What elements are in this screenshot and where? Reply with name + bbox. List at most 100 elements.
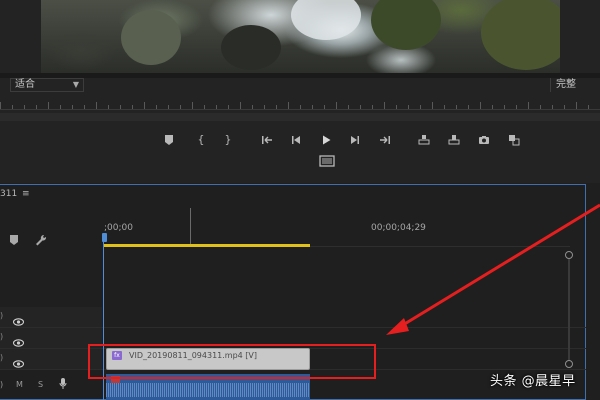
- add-marker-icon[interactable]: [7, 232, 21, 246]
- track-target-icon[interactable]: ): [0, 353, 3, 364]
- mark-in-icon[interactable]: {: [192, 131, 210, 149]
- ruler-tick: [228, 105, 229, 109]
- ruler-tick: [576, 102, 577, 109]
- insert-icon[interactable]: [415, 131, 433, 149]
- go-to-out-icon[interactable]: [376, 131, 394, 149]
- track-header-v2: ): [0, 328, 102, 348]
- eye-icon[interactable]: [12, 354, 25, 368]
- step-back-icon[interactable]: [287, 131, 305, 149]
- ruler-tick: [48, 102, 49, 109]
- ruler-tick: [300, 105, 301, 109]
- work-area-bar[interactable]: [104, 244, 310, 247]
- ruler-tick: [540, 105, 541, 109]
- ruler-tick: [372, 105, 373, 109]
- ruler-tick: [108, 105, 109, 109]
- ruler-tick: [288, 102, 289, 109]
- ruler-tick: [12, 105, 13, 109]
- mute-track-button[interactable]: M: [16, 380, 23, 389]
- ruler-tick: [276, 105, 277, 109]
- mark-out-icon[interactable]: }: [219, 131, 237, 149]
- ruler-tick: [588, 105, 589, 109]
- preview-rock: [481, 0, 560, 70]
- ruler-tick: [216, 105, 217, 109]
- ruler-tick: [240, 102, 241, 109]
- sequence-tab[interactable]: 311: [0, 189, 17, 199]
- track-target-icon[interactable]: ): [0, 380, 3, 389]
- track-target-icon[interactable]: ): [0, 332, 3, 343]
- ruler-tick: [456, 105, 457, 109]
- wrench-icon[interactable]: [34, 232, 48, 246]
- zoom-level-select[interactable]: 适合 ▼: [10, 78, 84, 92]
- playhead-handle[interactable]: [102, 233, 107, 242]
- timecode-start: ;00;00: [104, 223, 133, 233]
- timeline-ruler[interactable]: [104, 219, 570, 247]
- ruler-tick: [360, 105, 361, 109]
- solo-track-button[interactable]: S: [38, 380, 43, 389]
- ruler-tick: [480, 102, 481, 109]
- play-icon[interactable]: [317, 131, 335, 149]
- ruler-tick: [60, 105, 61, 109]
- go-to-in-icon[interactable]: [258, 131, 276, 149]
- step-forward-icon[interactable]: [346, 131, 364, 149]
- preview-bottom-edge: [0, 73, 600, 78]
- ruler-tick: [132, 105, 133, 109]
- preview-rock: [121, 10, 181, 65]
- compare-icon[interactable]: [505, 131, 523, 149]
- ruler-tick: [120, 105, 121, 109]
- ruler-major-tick: [190, 208, 191, 244]
- ruler-tick: [180, 105, 181, 109]
- ruler-tick: [156, 105, 157, 109]
- marker-icon[interactable]: [160, 131, 178, 149]
- track-target-icon[interactable]: ): [0, 311, 3, 322]
- panel-menu-icon[interactable]: ≡: [22, 189, 30, 199]
- ruler-tick: [348, 105, 349, 109]
- scrollbar-bottom-handle[interactable]: [565, 360, 573, 368]
- ruler-tick: [72, 105, 73, 109]
- microphone-icon[interactable]: [59, 378, 67, 392]
- ruler-tick: [252, 105, 253, 109]
- ruler-tick: [420, 105, 421, 109]
- ruler-tick: [432, 102, 433, 109]
- ruler-tick: [96, 102, 97, 109]
- timeline-vertical-scrollbar[interactable]: [568, 252, 570, 364]
- overwrite-icon[interactable]: [445, 131, 463, 149]
- ruler-tick: [396, 105, 397, 109]
- timecode-marker: 00;00;04;29: [371, 223, 426, 233]
- audio-waveform: [106, 383, 310, 397]
- export-frame-icon[interactable]: [318, 153, 336, 169]
- ruler-tick: [144, 102, 145, 109]
- ruler-tick: [444, 105, 445, 109]
- ruler-tick: [492, 105, 493, 109]
- ruler-tick: [84, 105, 85, 109]
- scrollbar-top-handle[interactable]: [565, 251, 573, 259]
- ruler-tick: [168, 105, 169, 109]
- watermark-text: 头条 @晨星早: [490, 374, 576, 389]
- zoom-level-label: 适合: [15, 79, 35, 90]
- ruler-tick: [336, 102, 337, 109]
- ruler-tick: [384, 102, 385, 109]
- preview-water: [291, 0, 361, 40]
- eye-icon[interactable]: [12, 333, 25, 347]
- playback-resolution-select[interactable]: 完整: [550, 78, 600, 92]
- track-header-v3: ): [0, 307, 102, 327]
- highlight-box: [88, 344, 376, 379]
- ruler-tick: [192, 102, 193, 109]
- ruler-tick: [264, 105, 265, 109]
- ruler-tick: [0, 102, 1, 109]
- track-header-v1: ): [0, 349, 102, 369]
- ruler-tick: [552, 105, 553, 109]
- ruler-tick: [528, 102, 529, 109]
- ruler-tick: [504, 105, 505, 109]
- video-preview: [41, 0, 560, 73]
- chevron-down-icon: ▼: [72, 80, 79, 89]
- monitor-time-ruler[interactable]: [0, 98, 600, 110]
- monitor-zoom-scrollbar[interactable]: [0, 113, 600, 121]
- eye-icon[interactable]: [12, 312, 25, 326]
- ruler-tick: [468, 105, 469, 109]
- program-monitor: 适合 ▼ 完整 { }: [0, 0, 600, 183]
- preview-rock: [371, 0, 441, 50]
- camera-icon[interactable]: [475, 131, 493, 149]
- playback-resolution-label: 完整: [556, 79, 576, 90]
- ruler-tick: [312, 105, 313, 109]
- ruler-tick: [24, 105, 25, 109]
